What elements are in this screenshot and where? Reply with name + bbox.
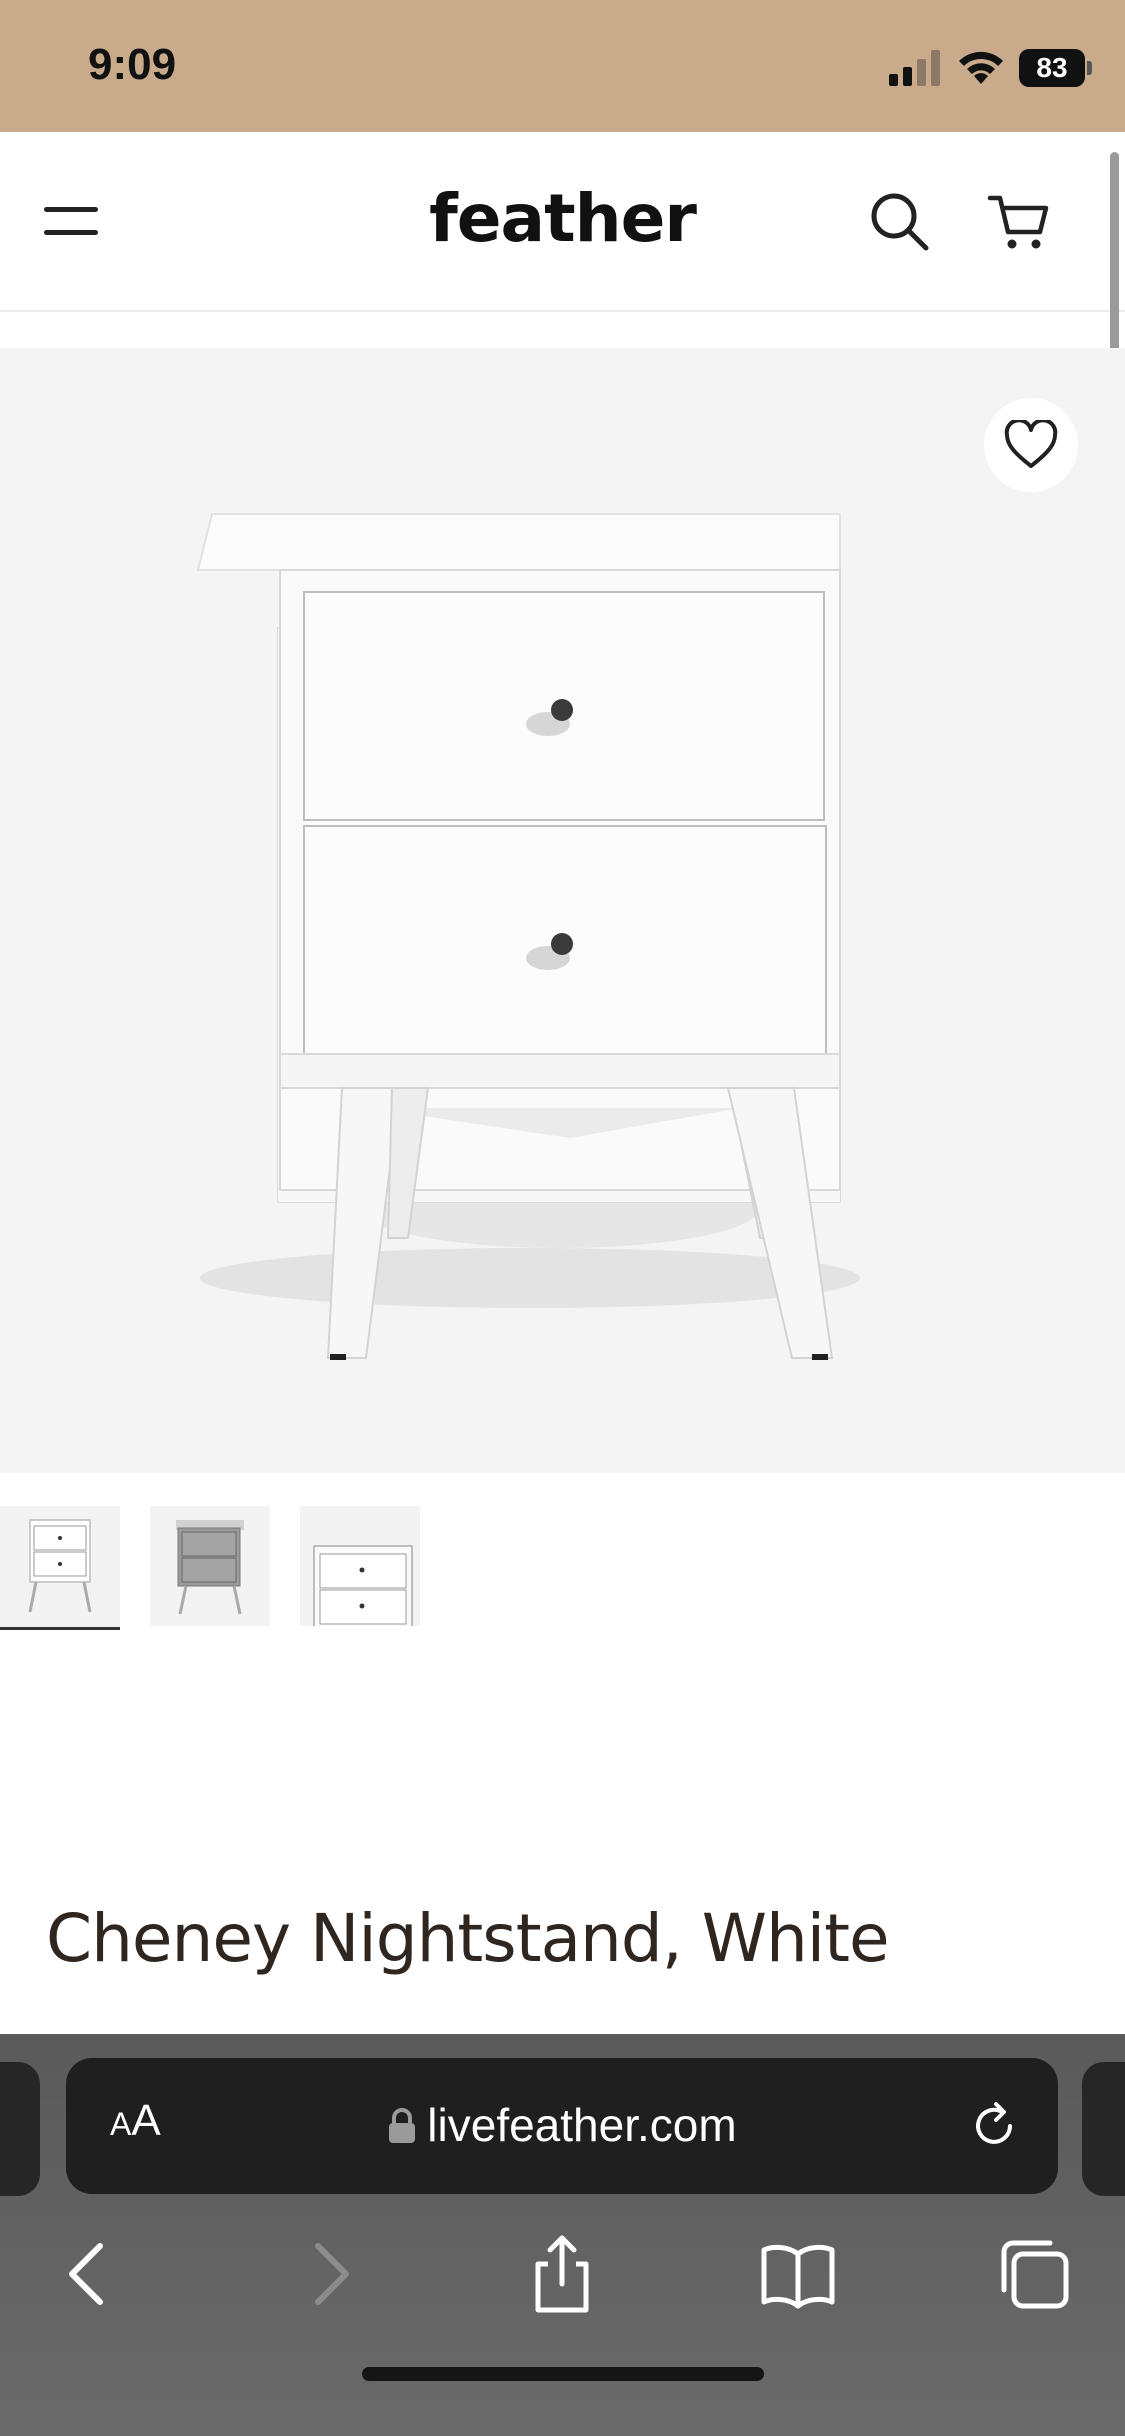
lock-icon [389, 2108, 416, 2143]
site-logo[interactable]: feather [0, 180, 1125, 257]
heart-icon [1004, 420, 1058, 468]
status-icons: 83 [889, 44, 1092, 92]
search-icon[interactable] [866, 188, 932, 254]
tabs-icon[interactable] [994, 2234, 1074, 2314]
thumbnail-white-detail[interactable] [300, 1506, 420, 1629]
nightstand-thumbnail-image [176, 1520, 244, 1615]
home-indicator[interactable] [362, 2367, 764, 2381]
scrollbar[interactable] [1110, 152, 1119, 380]
share-icon[interactable] [522, 2234, 602, 2314]
url-display[interactable]: livefeather.com [66, 2098, 1058, 2152]
nightstand-thumbnail-image [28, 1519, 92, 1613]
nightstand-image [196, 513, 860, 1360]
signal-icon [889, 50, 940, 86]
url-text: livefeather.com [427, 2099, 737, 2151]
product-title: Cheney Nightstand, White [46, 1900, 890, 1977]
forward-icon[interactable] [290, 2234, 370, 2314]
cart-icon[interactable] [986, 188, 1052, 254]
bookmarks-icon[interactable] [758, 2234, 838, 2314]
thumbnail-white-front[interactable] [0, 1506, 120, 1630]
nightstand-thumbnail-image [313, 1545, 413, 1629]
address-bar[interactable]: AA livefeather.com [66, 2058, 1058, 2194]
product-image-gallery[interactable] [0, 348, 1125, 1473]
wifi-icon [959, 51, 1003, 84]
thumbnail-grey-angle[interactable] [150, 1506, 270, 1626]
status-bar: 9:09 83 [0, 0, 1125, 132]
status-time: 9:09 [88, 40, 177, 89]
previous-tab-preview[interactable] [0, 2062, 40, 2196]
site-header: feather [0, 132, 1125, 312]
favorite-button[interactable] [984, 398, 1078, 492]
next-tab-preview[interactable] [1082, 2062, 1125, 2196]
battery-level: 83 [1036, 52, 1068, 83]
reload-icon[interactable] [966, 2098, 1022, 2154]
battery-icon: 83 [1019, 49, 1092, 87]
back-icon[interactable] [48, 2234, 128, 2314]
